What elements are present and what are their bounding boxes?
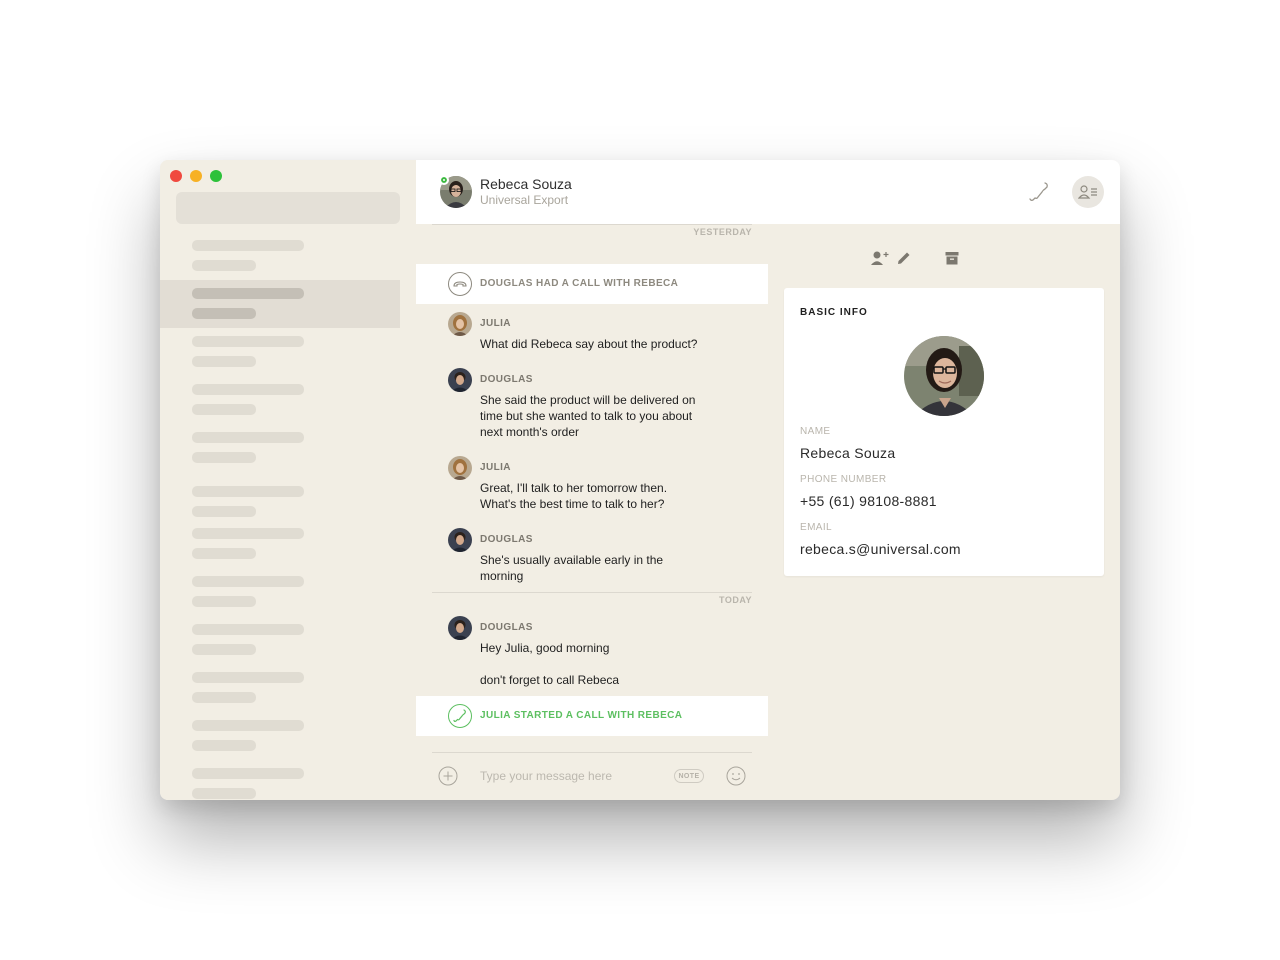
hangup-icon (448, 272, 472, 296)
conversation-list-item[interactable] (160, 712, 400, 760)
julia-avatar (448, 456, 472, 480)
sidebar-search-placeholder[interactable] (176, 192, 400, 224)
conversation-list-item[interactable] (160, 424, 400, 472)
minimize-window-button[interactable] (190, 170, 202, 182)
maximize-window-button[interactable] (210, 170, 222, 182)
message-author: JULIA (480, 462, 511, 473)
call-event-text: DOUGLAS HAD A CALL WITH REBECA (480, 278, 679, 289)
message-text: She's usually available early in the (480, 553, 664, 567)
email-value[interactable]: rebeca.s@universal.com (800, 541, 961, 557)
contact-company: Universal Export (480, 193, 569, 207)
message-text: What did Rebeca say about the product? (480, 337, 698, 351)
conversation-list-item[interactable] (160, 478, 400, 526)
phone-value[interactable]: +55 (61) 98108-8881 (800, 493, 937, 509)
chat-area: YESTERDAY DOUGLAS HAD A CALL WITH REBECA… (416, 224, 768, 800)
message-text: time but she wanted to talk to you about (480, 409, 693, 423)
archive-icon[interactable] (940, 246, 964, 270)
message-text: She said the product will be delivered o… (480, 393, 696, 407)
composer-divider (432, 752, 752, 753)
call-started-icon (448, 704, 472, 728)
douglas-avatar (448, 368, 472, 392)
date-divider (432, 592, 752, 593)
app-window: Rebeca Souza Universal Export YESTERDAY (160, 160, 1120, 800)
basic-info-card: BASIC INFO NAME Rebeca Souza PHONE NUMBE… (784, 288, 1104, 576)
conversation-list-item[interactable] (160, 376, 400, 424)
conversation-list-item[interactable] (160, 616, 400, 664)
conversation-list-item[interactable] (160, 328, 400, 376)
douglas-avatar (448, 528, 472, 552)
message-author: DOUGLAS (480, 534, 533, 545)
conversation-header: Rebeca Souza Universal Export (416, 160, 1120, 224)
date-divider-label: TODAY (718, 595, 752, 605)
add-user-icon[interactable] (868, 246, 892, 270)
name-value: Rebeca Souza (800, 445, 896, 461)
message-text: What's the best time to talk to her? (480, 497, 665, 511)
close-window-button[interactable] (170, 170, 182, 182)
contact-card-icon[interactable] (1072, 176, 1104, 208)
message-input[interactable] (480, 769, 660, 783)
call-event-text: JULIA STARTED A CALL WITH REBECA (480, 710, 683, 721)
contact-panel: BASIC INFO NAME Rebeca Souza PHONE NUMBE… (768, 224, 1120, 800)
emoji-icon[interactable] (726, 766, 746, 786)
phone-icon[interactable] (1028, 180, 1052, 204)
edit-icon[interactable] (892, 246, 916, 270)
conversation-list-item[interactable] (160, 760, 400, 800)
conversation-list-item[interactable] (160, 520, 400, 568)
call-started-event-row: JULIA STARTED A CALL WITH REBECA (416, 696, 768, 736)
note-toggle[interactable]: NOTE (674, 769, 704, 783)
douglas-avatar (448, 616, 472, 640)
add-icon[interactable] (438, 766, 458, 786)
conversation-list-item[interactable] (160, 568, 400, 616)
message-text: don't forget to call Rebeca (480, 673, 620, 687)
email-label: EMAIL (800, 522, 833, 533)
name-label: NAME (800, 426, 831, 437)
message-text: next month's order (480, 425, 580, 439)
phone-label: PHONE NUMBER (800, 474, 887, 485)
message-author: DOUGLAS (480, 374, 533, 385)
card-title: BASIC INFO (800, 307, 868, 318)
message-text: Great, I'll talk to her tomorrow then. (480, 481, 668, 495)
call-event-row: DOUGLAS HAD A CALL WITH REBECA (416, 264, 768, 304)
conversation-list-item[interactable] (160, 232, 400, 280)
contact-name: Rebeca Souza (480, 176, 572, 192)
sidebar (160, 160, 416, 800)
online-status-indicator (439, 175, 449, 185)
conversation-list-item-selected[interactable] (160, 280, 400, 328)
message-text: morning (480, 569, 524, 583)
date-divider (432, 224, 752, 225)
window-controls (170, 170, 222, 182)
contact-photo (904, 336, 984, 416)
message-text: Hey Julia, good morning (480, 641, 610, 655)
message-author: JULIA (480, 318, 511, 329)
date-divider-label: YESTERDAY (693, 227, 752, 237)
julia-avatar (448, 312, 472, 336)
conversation-list-item[interactable] (160, 664, 400, 712)
message-author: DOUGLAS (480, 622, 533, 633)
